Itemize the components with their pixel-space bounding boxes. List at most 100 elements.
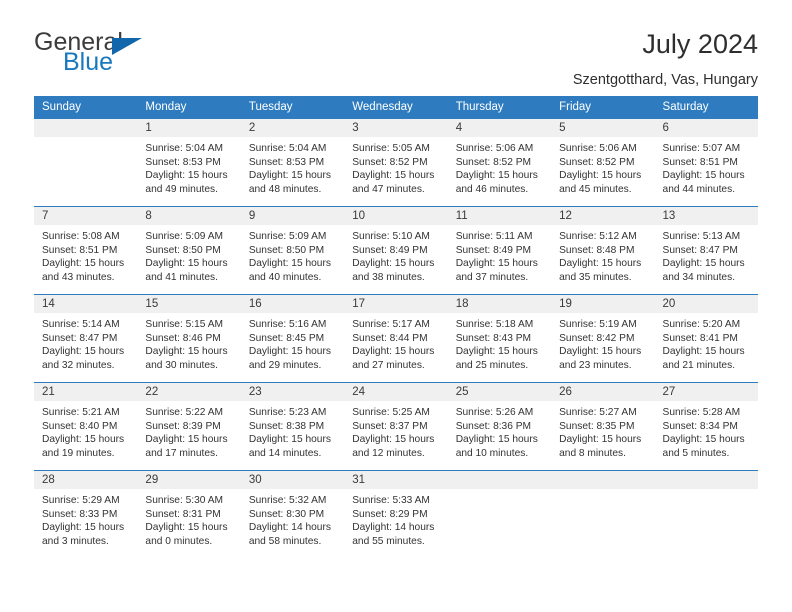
day-number: 27 <box>654 383 758 401</box>
day-cell-inner: 30 Sunrise: 5:32 AM Sunset: 8:30 PM Dayligh… <box>240 471 345 558</box>
day-detail-line: Daylight: 15 hours <box>352 258 435 270</box>
day-cell-inner: 26 Sunrise: 5:27 AM Sunset: 8:35 PM Dayligh… <box>551 383 655 470</box>
day-cell-empty <box>551 470 655 558</box>
day-cell[interactable]: 29 Sunrise: 5:30 AM Sunset: 8:31 PM Dayligh… <box>137 470 241 558</box>
day-cell[interactable]: 2 Sunrise: 5:04 AM Sunset: 8:53 PM Daylight… <box>240 118 345 207</box>
location-subtitle: Szentgotthard, Vas, Hungary <box>572 71 758 88</box>
day-detail-line: Daylight: 15 hours <box>248 170 331 182</box>
day-detail-line: and 37 minutes. <box>455 271 529 283</box>
day-cell[interactable]: 30 Sunrise: 5:32 AM Sunset: 8:30 PM Dayligh… <box>240 470 345 558</box>
day-cell[interactable]: 18 Sunrise: 5:18 AM Sunset: 8:43 PM Dayligh… <box>447 294 552 383</box>
general-blue-logo[interactable]: General Blue <box>34 30 164 82</box>
day-cell[interactable]: 11 Sunrise: 5:11 AM Sunset: 8:49 PM Dayligh… <box>447 206 552 295</box>
day-cell[interactable]: 16 Sunrise: 5:16 AM Sunset: 8:45 PM Dayligh… <box>240 294 345 383</box>
day-cell[interactable]: 21 Sunrise: 5:21 AM Sunset: 8:40 PM Dayligh… <box>34 382 138 471</box>
day-number: 12 <box>551 207 655 225</box>
day-detail-line: Sunset: 8:52 PM <box>455 156 532 168</box>
day-cell-inner: 10 Sunrise: 5:10 AM Sunset: 8:49 PM Dayligh… <box>344 207 448 294</box>
day-cell[interactable]: 22 Sunrise: 5:22 AM Sunset: 8:39 PM Dayligh… <box>137 382 241 471</box>
day-detail-line: and 3 minutes. <box>42 535 109 547</box>
day-number: 29 <box>137 471 241 489</box>
day-details: Sunrise: 5:12 AM Sunset: 8:48 PM Daylight:… <box>551 225 654 284</box>
day-cell-inner: 31 Sunrise: 5:33 AM Sunset: 8:29 PM Dayligh… <box>344 471 448 558</box>
day-detail-line: Sunset: 8:34 PM <box>662 420 738 432</box>
day-cell[interactable]: 12 Sunrise: 5:12 AM Sunset: 8:48 PM Dayligh… <box>551 206 655 295</box>
day-details <box>448 489 551 494</box>
day-detail-line: Sunset: 8:52 PM <box>559 156 635 168</box>
day-cell[interactable]: 10 Sunrise: 5:10 AM Sunset: 8:49 PM Dayligh… <box>344 206 448 295</box>
day-cell-inner: 15 Sunrise: 5:15 AM Sunset: 8:46 PM Dayligh… <box>137 295 241 382</box>
day-details <box>551 489 654 494</box>
day-detail-line: Daylight: 15 hours <box>145 346 228 358</box>
day-number: 6 <box>654 119 758 137</box>
day-detail-line: Sunset: 8:45 PM <box>248 332 325 344</box>
day-cell-inner: 29 Sunrise: 5:30 AM Sunset: 8:31 PM Dayligh… <box>137 471 241 558</box>
day-cell[interactable]: 8 Sunrise: 5:09 AM Sunset: 8:50 PM Daylight… <box>137 206 241 295</box>
day-detail-line: and 21 minutes. <box>662 359 736 371</box>
calendar-table: Sunday Monday Tuesday Wednesday Thursday Frid… <box>34 96 758 558</box>
day-detail-line: Sunrise: 5:13 AM <box>662 231 741 242</box>
day-cell[interactable]: 23 Sunrise: 5:23 AM Sunset: 8:38 PM Dayligh… <box>240 382 345 471</box>
day-cell[interactable]: 26 Sunrise: 5:27 AM Sunset: 8:35 PM Dayligh… <box>551 382 655 471</box>
weekday-header-tuesday: Tuesday <box>240 96 345 119</box>
day-details: Sunrise: 5:30 AM Sunset: 8:31 PM Daylight:… <box>137 489 240 548</box>
day-cell-inner: 7 Sunrise: 5:08 AM Sunset: 8:51 PM Daylight… <box>34 207 138 294</box>
day-number: 21 <box>34 383 138 401</box>
day-detail-line: and 47 minutes. <box>352 183 425 195</box>
day-detail-line: Sunset: 8:50 PM <box>248 244 325 256</box>
day-cell[interactable]: 3 Sunrise: 5:05 AM Sunset: 8:52 PM Daylight… <box>344 118 448 207</box>
day-detail-line: Sunrise: 5:16 AM <box>248 319 327 330</box>
day-detail-line: Daylight: 15 hours <box>42 258 125 270</box>
day-cell[interactable]: 4 Sunrise: 5:06 AM Sunset: 8:52 PM Daylight… <box>447 118 552 207</box>
day-details: Sunrise: 5:29 AM Sunset: 8:33 PM Daylight:… <box>34 489 137 548</box>
day-details: Sunrise: 5:28 AM Sunset: 8:34 PM Daylight:… <box>655 401 758 460</box>
day-cell[interactable]: 14 Sunrise: 5:14 AM Sunset: 8:47 PM Dayligh… <box>34 294 138 383</box>
day-cell[interactable]: 28 Sunrise: 5:29 AM Sunset: 8:33 PM Dayligh… <box>34 470 138 558</box>
day-detail-line: and 46 minutes. <box>455 183 529 195</box>
day-detail-line: Sunrise: 5:20 AM <box>662 319 741 330</box>
day-detail-line: Sunset: 8:30 PM <box>248 508 325 520</box>
day-detail-line: and 40 minutes. <box>248 271 322 283</box>
day-detail-line: Sunrise: 5:21 AM <box>42 407 120 418</box>
day-details: Sunrise: 5:17 AM Sunset: 8:44 PM Daylight:… <box>344 313 447 372</box>
weekday-header-thursday: Thursday <box>447 96 552 119</box>
day-number: 17 <box>344 295 448 313</box>
day-detail-line: Sunset: 8:43 PM <box>455 332 532 344</box>
day-details: Sunrise: 5:07 AM Sunset: 8:51 PM Daylight:… <box>655 137 758 196</box>
day-detail-line: and 38 minutes. <box>352 271 425 283</box>
day-details: Sunrise: 5:22 AM Sunset: 8:39 PM Daylight:… <box>137 401 240 460</box>
day-details: Sunrise: 5:14 AM Sunset: 8:47 PM Daylight:… <box>34 313 137 372</box>
day-details: Sunrise: 5:05 AM Sunset: 8:52 PM Daylight:… <box>344 137 447 196</box>
day-cell[interactable]: 25 Sunrise: 5:26 AM Sunset: 8:36 PM Dayligh… <box>447 382 552 471</box>
day-detail-line: Sunrise: 5:30 AM <box>145 495 224 506</box>
day-detail-line: Sunrise: 5:06 AM <box>559 143 637 154</box>
day-details: Sunrise: 5:15 AM Sunset: 8:46 PM Daylight:… <box>137 313 240 372</box>
day-cell-inner: 14 Sunrise: 5:14 AM Sunset: 8:47 PM Dayligh… <box>34 295 138 382</box>
day-cell-inner: 11 Sunrise: 5:11 AM Sunset: 8:49 PM Dayligh… <box>447 207 552 294</box>
day-detail-line: Sunset: 8:36 PM <box>455 420 532 432</box>
day-detail-line: Sunset: 8:49 PM <box>352 244 428 256</box>
day-number: 26 <box>551 383 655 401</box>
day-detail-line: Sunset: 8:33 PM <box>42 508 118 520</box>
day-detail-line: Sunset: 8:53 PM <box>145 156 221 168</box>
day-cell[interactable]: 15 Sunrise: 5:15 AM Sunset: 8:46 PM Dayligh… <box>137 294 241 383</box>
day-cell[interactable]: 7 Sunrise: 5:08 AM Sunset: 8:51 PM Daylight… <box>34 206 138 295</box>
day-cell[interactable]: 31 Sunrise: 5:33 AM Sunset: 8:29 PM Dayligh… <box>344 470 448 558</box>
day-cell[interactable]: 6 Sunrise: 5:07 AM Sunset: 8:51 PM Daylight… <box>654 118 758 207</box>
day-cell[interactable]: 27 Sunrise: 5:28 AM Sunset: 8:34 PM Dayligh… <box>654 382 758 471</box>
day-detail-line: and 14 minutes. <box>248 447 322 459</box>
day-details: Sunrise: 5:04 AM Sunset: 8:53 PM Daylight:… <box>137 137 240 196</box>
day-cell[interactable]: 19 Sunrise: 5:19 AM Sunset: 8:42 PM Dayligh… <box>551 294 655 383</box>
day-detail-line: Sunrise: 5:17 AM <box>352 319 430 330</box>
day-detail-line: and 30 minutes. <box>145 359 218 371</box>
day-cell-inner <box>551 471 655 558</box>
calendar-wrapper: Sunday Monday Tuesday Wednesday Thursday Frid… <box>0 96 792 558</box>
day-cell[interactable]: 24 Sunrise: 5:25 AM Sunset: 8:37 PM Dayligh… <box>344 382 448 471</box>
day-cell[interactable]: 9 Sunrise: 5:09 AM Sunset: 8:50 PM Daylight… <box>240 206 345 295</box>
day-cell-inner: 21 Sunrise: 5:21 AM Sunset: 8:40 PM Dayligh… <box>34 383 138 470</box>
day-cell[interactable]: 20 Sunrise: 5:20 AM Sunset: 8:41 PM Dayligh… <box>654 294 758 383</box>
day-cell[interactable]: 5 Sunrise: 5:06 AM Sunset: 8:52 PM Daylight… <box>551 118 655 207</box>
day-cell[interactable]: 17 Sunrise: 5:17 AM Sunset: 8:44 PM Dayligh… <box>344 294 448 383</box>
day-cell[interactable]: 13 Sunrise: 5:13 AM Sunset: 8:47 PM Dayligh… <box>654 206 758 295</box>
day-cell[interactable]: 1 Sunrise: 5:04 AM Sunset: 8:53 PM Daylight… <box>137 118 241 207</box>
